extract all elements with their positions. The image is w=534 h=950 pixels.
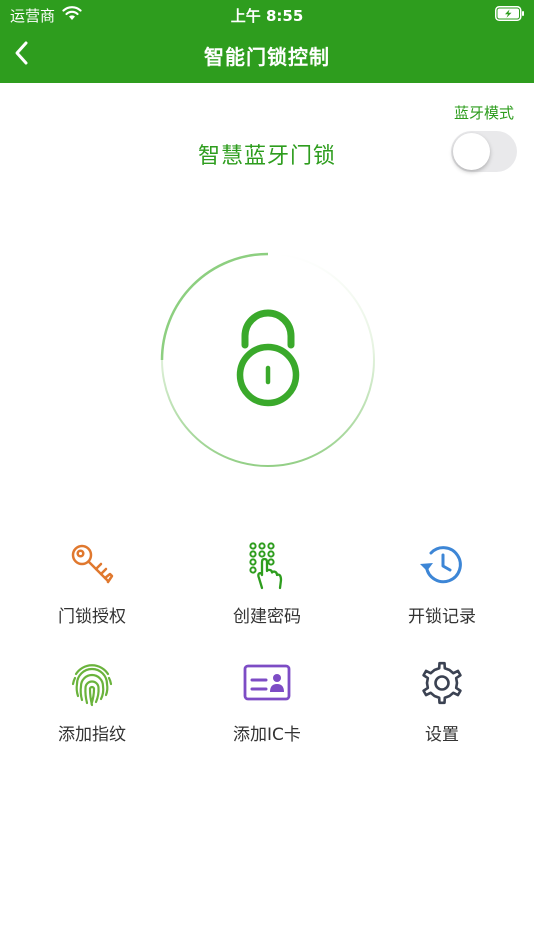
settings-button[interactable]: 设置 bbox=[353, 648, 531, 758]
function-label: 开锁记录 bbox=[408, 607, 476, 627]
function-label: 门锁授权 bbox=[58, 607, 126, 627]
function-label: 设置 bbox=[425, 725, 459, 745]
status-bar: 运营商 上午 8:55 bbox=[0, 0, 534, 28]
status-time: 上午 8:55 bbox=[230, 7, 304, 25]
function-label: 创建密码 bbox=[233, 607, 301, 627]
page-title: 智能门锁控制 bbox=[204, 45, 330, 69]
app-header: 运营商 上午 8:55 智能门锁控制 bbox=[0, 0, 534, 83]
function-label: 添加IC卡 bbox=[233, 725, 301, 745]
add-ic-card-button[interactable]: 添加IC卡 bbox=[178, 648, 356, 758]
lock-dial-button[interactable] bbox=[158, 250, 378, 470]
history-icon bbox=[420, 546, 462, 584]
navigation-bar: 智能门锁控制 bbox=[0, 28, 534, 83]
door-authorization-button[interactable]: 门锁授权 bbox=[3, 530, 181, 640]
unlock-history-button[interactable]: 开锁记录 bbox=[353, 530, 531, 640]
function-label: 添加指纹 bbox=[58, 725, 126, 745]
battery-charging-icon bbox=[495, 6, 524, 21]
key-icon bbox=[71, 544, 114, 584]
fingerprint-icon bbox=[71, 664, 113, 707]
add-fingerprint-button[interactable]: 添加指纹 bbox=[3, 648, 181, 758]
lock-shackle bbox=[241, 309, 295, 349]
keypad-icon bbox=[249, 542, 283, 590]
create-password-button[interactable]: 创建密码 bbox=[178, 530, 356, 640]
bluetooth-mode-label: 蓝牙模式 bbox=[453, 104, 514, 122]
bluetooth-mode-toggle[interactable] bbox=[451, 131, 517, 172]
toggle-knob bbox=[453, 133, 490, 170]
gear-icon bbox=[422, 661, 462, 705]
id-card-icon bbox=[243, 664, 291, 701]
